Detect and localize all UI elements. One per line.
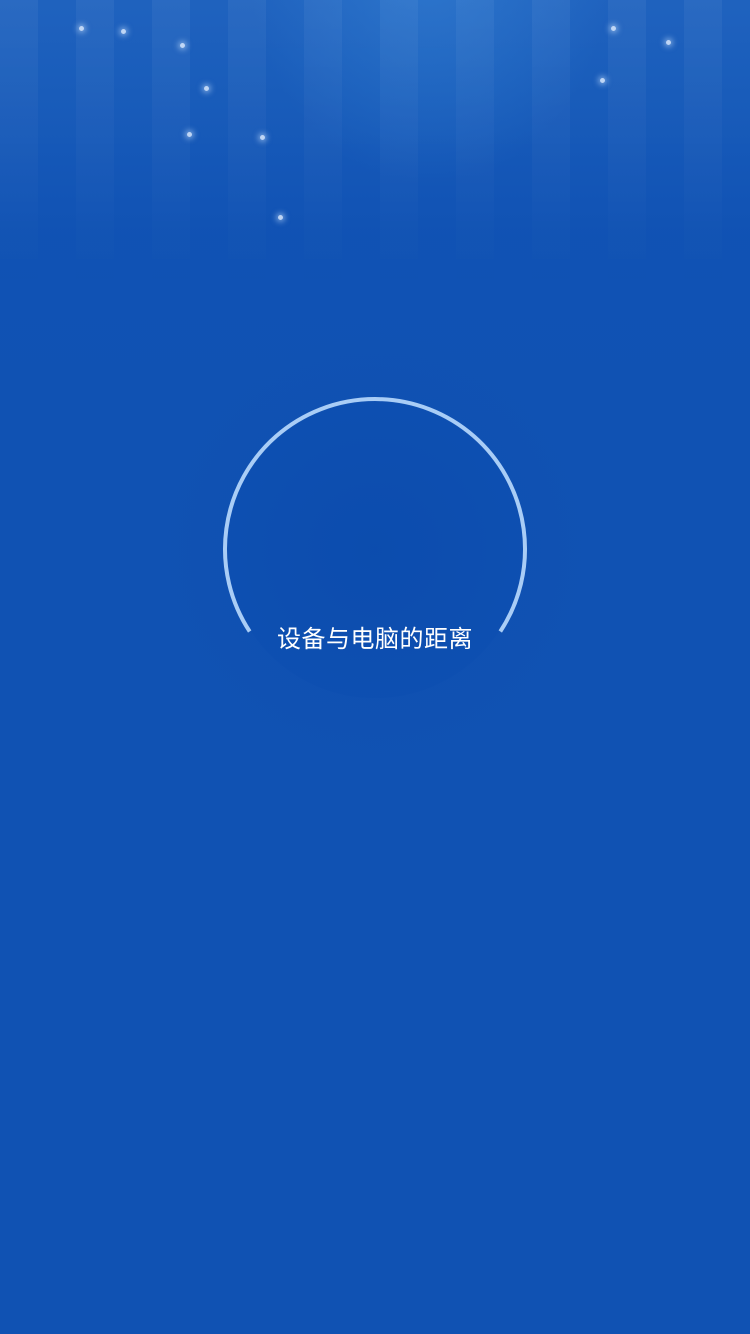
light-rays	[0, 0, 750, 360]
sparkle-dot	[278, 215, 283, 220]
sparkle-dot	[611, 26, 616, 31]
sparkle-dot	[121, 29, 126, 34]
distance-gauge	[223, 397, 527, 698]
sparkle-dot	[260, 135, 265, 140]
sparkle-dot	[180, 43, 185, 48]
sparkle-dot	[187, 132, 192, 137]
gauge-label: 设备与电脑的距离	[277, 625, 473, 653]
sparkle-dot	[204, 86, 209, 91]
sparkle-dot	[79, 26, 84, 31]
sparkle-dot	[666, 40, 671, 45]
sparkle-dot	[600, 78, 605, 83]
distance-screen: 设备与电脑的距离	[0, 0, 750, 1334]
